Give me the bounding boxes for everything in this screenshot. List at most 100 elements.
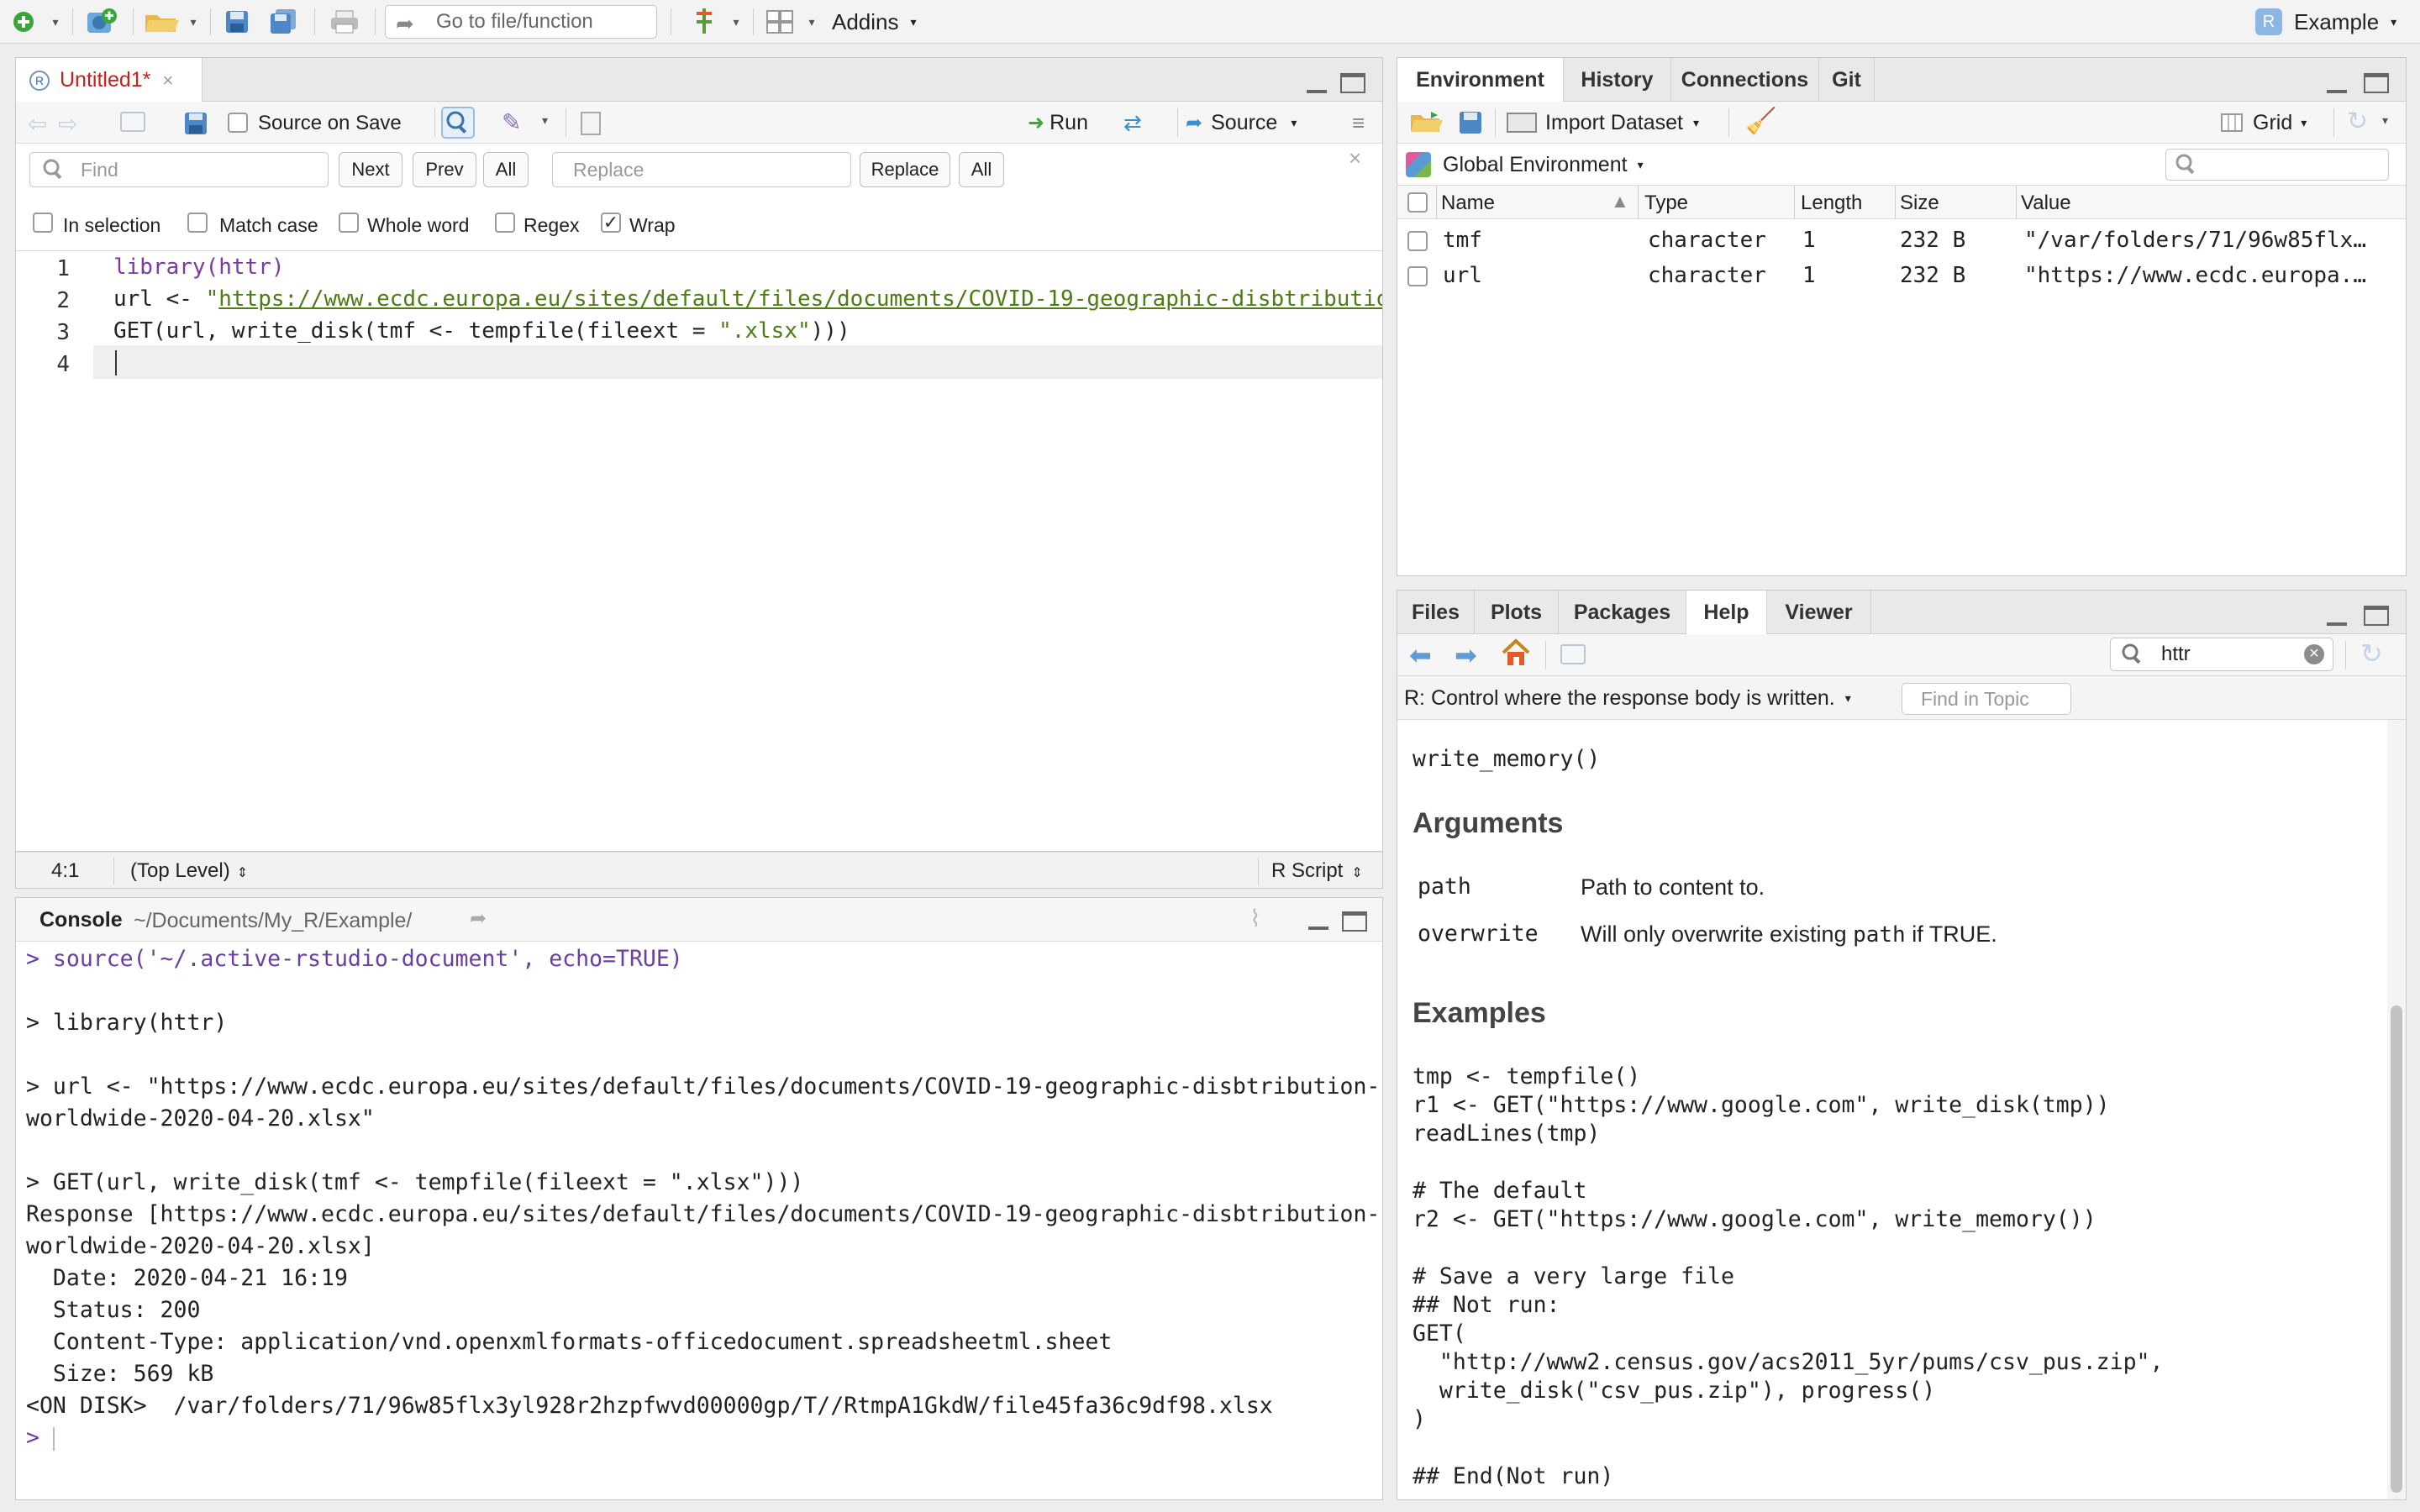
tab-plots[interactable]: Plots xyxy=(1475,591,1559,634)
tab-environment[interactable]: Environment xyxy=(1397,58,1564,102)
regex-checkbox[interactable] xyxy=(495,213,515,233)
global-environment-selector[interactable]: Global Environment ▾ xyxy=(1406,147,1683,182)
find-in-topic-input[interactable]: Find in Topic xyxy=(1902,683,2071,715)
console-title[interactable]: Console xyxy=(39,908,123,932)
forward-arrow-icon[interactable]: ➡ xyxy=(1455,639,1477,671)
new-file-icon[interactable] xyxy=(7,7,40,37)
back-arrow-icon[interactable]: ⇦ xyxy=(28,110,47,138)
save-icon[interactable] xyxy=(184,112,208,139)
tab-connections[interactable]: Connections xyxy=(1671,58,1819,102)
grid-view-selector[interactable]: Grid ▾ xyxy=(2221,105,2322,140)
maximize-icon[interactable] xyxy=(1342,911,1367,932)
refresh-icon[interactable]: ↻ xyxy=(2360,638,2383,669)
save-icon[interactable] xyxy=(220,7,254,37)
tab-packages[interactable]: Packages xyxy=(1559,591,1686,634)
minimize-icon[interactable] xyxy=(2327,83,2347,93)
addins-menu[interactable]: Addins ▾ xyxy=(832,5,941,39)
forward-arrow-icon[interactable]: ⇨ xyxy=(58,110,77,138)
minimize-icon[interactable] xyxy=(1308,920,1328,930)
column-header-size[interactable]: Size xyxy=(1900,192,1939,215)
chevron-down-icon[interactable]: ▾ xyxy=(542,113,548,128)
help-content[interactable]: write_memory() Arguments path Path to co… xyxy=(1397,720,2386,1499)
tab-history[interactable]: History xyxy=(1564,58,1671,102)
minimize-icon[interactable] xyxy=(2327,616,2347,626)
maximize-icon[interactable] xyxy=(2364,73,2389,93)
clear-console-broom-icon[interactable]: ⌇ xyxy=(1249,905,1261,932)
find-next-button[interactable]: Next xyxy=(339,152,402,187)
chevron-down-icon[interactable]: ▾ xyxy=(47,8,64,35)
chevron-down-icon[interactable]: ▾ xyxy=(803,8,820,35)
import-dataset-button[interactable]: Import Dataset ▾ xyxy=(1507,105,1717,140)
tab-viewer[interactable]: Viewer xyxy=(1767,591,1871,634)
find-input[interactable]: Find xyxy=(29,152,329,187)
back-arrow-icon[interactable]: ⬅ xyxy=(1409,639,1432,671)
clear-search-icon[interactable]: × xyxy=(2304,644,2324,664)
replace-input[interactable]: Replace xyxy=(552,152,851,187)
in-selection-checkbox[interactable] xyxy=(33,213,53,233)
save-all-icon[interactable] xyxy=(266,7,302,37)
replace-all-button[interactable]: All xyxy=(959,152,1004,187)
tab-untitled1[interactable]: R Untitled1* × xyxy=(16,58,203,102)
rerun-icon[interactable]: ⇄ xyxy=(1123,110,1142,136)
console-line: worldwide-2020-04-20.xlsx" xyxy=(26,1105,375,1131)
document-outline-icon[interactable]: ≡ xyxy=(1352,110,1365,136)
home-icon[interactable] xyxy=(1500,638,1532,674)
help-search-input[interactable]: httr × xyxy=(2110,638,2333,671)
chevron-down-icon[interactable]: ▾ xyxy=(728,8,744,35)
chevron-down-icon[interactable]: ▾ xyxy=(2382,113,2388,128)
grid-layout-icon[interactable] xyxy=(763,7,797,37)
search-icon[interactable] xyxy=(441,107,475,139)
maximize-icon[interactable] xyxy=(1340,73,1365,93)
print-icon[interactable] xyxy=(326,7,363,37)
help-vertical-scrollbar[interactable] xyxy=(2387,720,2406,1499)
column-header-name[interactable]: Name xyxy=(1441,192,1495,215)
chevron-down-icon[interactable]: ▾ xyxy=(185,8,202,35)
load-workspace-icon[interactable] xyxy=(1409,110,1446,139)
table-row[interactable]: url character 1 232 B "https://www.ecdc.… xyxy=(1397,258,2406,293)
compile-report-icon[interactable] xyxy=(581,112,601,135)
table-row[interactable]: tmf character 1 232 B "/var/folders/71/9… xyxy=(1397,223,2406,258)
code-tools-wand-icon[interactable]: ✎ xyxy=(502,108,521,136)
close-icon[interactable]: × xyxy=(162,70,173,92)
scrollbar-thumb[interactable] xyxy=(2391,1005,2402,1493)
maximize-icon[interactable] xyxy=(2364,606,2389,626)
find-prev-button[interactable]: Prev xyxy=(413,152,476,187)
help-topic-selector[interactable]: R: Control where the response body is wr… xyxy=(1404,681,1908,715)
sort-ascending-icon[interactable]: ▲ xyxy=(1611,191,1629,213)
goto-dir-arrow-icon[interactable]: ➦ xyxy=(470,906,487,931)
column-header-value[interactable]: Value xyxy=(2021,192,2071,215)
console-output[interactable]: > source('~/.active-rstudio-document', e… xyxy=(16,943,1382,1499)
code-editor[interactable]: library(httr) url <- "https://www.ecdc.e… xyxy=(93,251,1382,829)
column-header-length[interactable]: Length xyxy=(1801,192,1862,215)
new-project-icon[interactable] xyxy=(82,5,121,39)
tab-git[interactable]: Git xyxy=(1819,58,1875,102)
environment-search-input[interactable] xyxy=(2165,149,2389,181)
row-checkbox[interactable] xyxy=(1407,231,1428,251)
whole-word-checkbox[interactable] xyxy=(339,213,359,233)
clear-broom-icon[interactable]: 🧹 xyxy=(1745,107,1776,136)
save-workspace-icon[interactable] xyxy=(1458,110,1483,139)
match-case-checkbox[interactable] xyxy=(187,213,208,233)
source-on-save-checkbox[interactable] xyxy=(228,113,248,133)
open-folder-icon[interactable] xyxy=(143,7,182,37)
find-all-button[interactable]: All xyxy=(483,152,529,187)
refresh-icon[interactable]: ↻ xyxy=(2347,107,2368,136)
git-icon[interactable] xyxy=(687,5,721,39)
goto-file-function-input[interactable]: ➦ Go to file/function xyxy=(385,5,657,39)
show-in-window-icon[interactable] xyxy=(120,112,145,132)
file-type-selector[interactable]: R Script ⇕ xyxy=(1271,859,1363,883)
tab-files[interactable]: Files xyxy=(1397,591,1475,634)
show-in-window-icon[interactable] xyxy=(1560,644,1586,664)
select-all-checkbox[interactable] xyxy=(1407,192,1428,213)
tab-help[interactable]: Help xyxy=(1686,591,1767,635)
project-menu[interactable]: R Example ▾ xyxy=(2255,5,2415,39)
source-button[interactable]: ➦ Source ▾ xyxy=(1186,106,1328,139)
minimize-icon[interactable] xyxy=(1307,83,1327,93)
run-button[interactable]: ➜ Run xyxy=(1011,106,1105,139)
row-checkbox[interactable] xyxy=(1407,266,1428,286)
close-icon[interactable]: × xyxy=(1349,145,1361,171)
replace-button[interactable]: Replace xyxy=(860,152,950,187)
scope-selector[interactable]: (Top Level) ⇕ xyxy=(130,859,248,883)
wrap-checkbox[interactable]: ✓ xyxy=(601,213,621,233)
column-header-type[interactable]: Type xyxy=(1644,192,1688,215)
